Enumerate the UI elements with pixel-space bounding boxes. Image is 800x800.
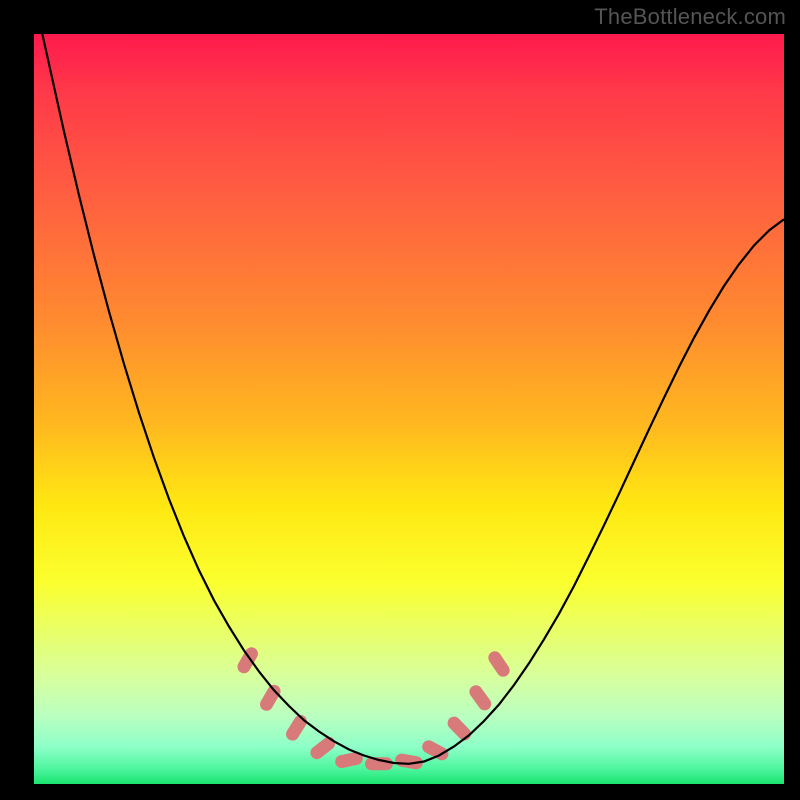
curve-marker xyxy=(308,734,338,761)
chart-svg xyxy=(34,34,784,784)
bottleneck-curve xyxy=(34,34,784,764)
curve-marker xyxy=(284,712,310,743)
plot-area xyxy=(34,34,784,784)
watermark-text: TheBottleneck.com xyxy=(594,4,786,30)
chart-frame: TheBottleneck.com xyxy=(0,0,800,800)
data-markers xyxy=(235,645,512,770)
curve-marker xyxy=(445,714,474,743)
curve-marker xyxy=(467,683,494,713)
curve-marker xyxy=(486,649,512,679)
curve-marker xyxy=(235,645,260,676)
